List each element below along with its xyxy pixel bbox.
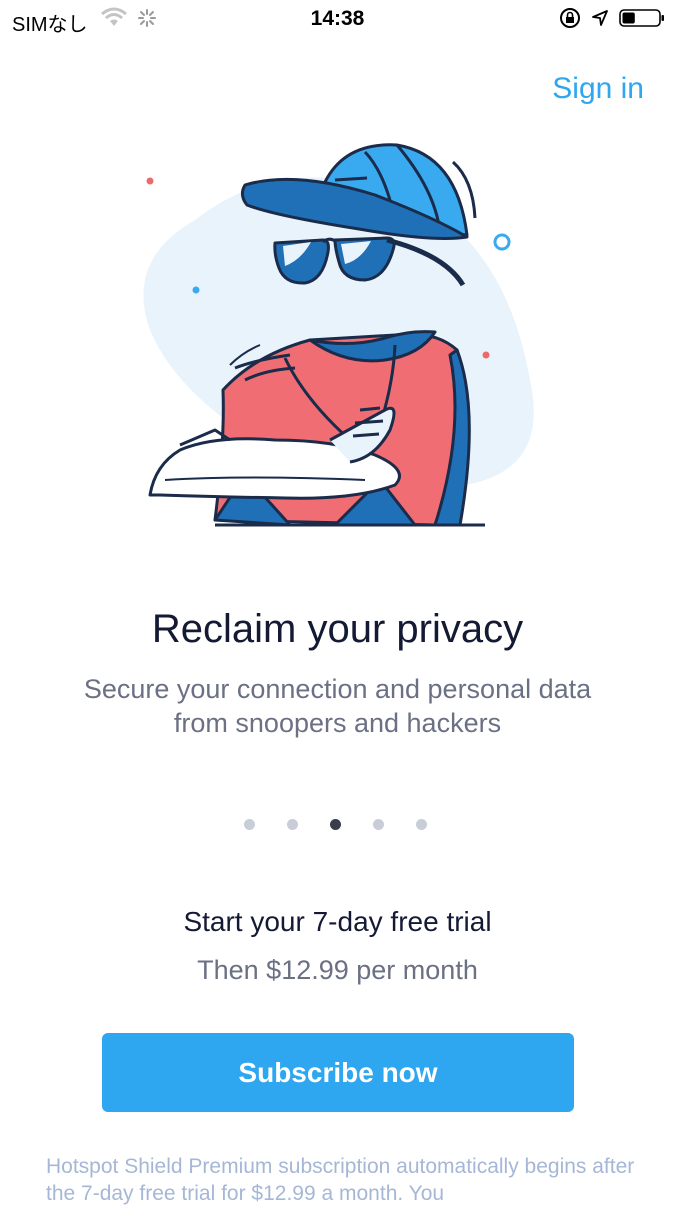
- orientation-lock-icon: [560, 8, 580, 28]
- legal-text: Hotspot Shield Premium subscription auto…: [46, 1155, 635, 1205]
- subscribe-button[interactable]: Subscribe now: [102, 1033, 574, 1112]
- confetti-ring: [493, 233, 511, 251]
- location-arrow-icon: [592, 10, 608, 26]
- confetti-dot: [192, 286, 200, 294]
- page-dot[interactable]: [287, 819, 298, 830]
- page-dot[interactable]: [373, 819, 384, 830]
- battery-icon: [619, 9, 664, 27]
- sign-in-link[interactable]: Sign in: [552, 72, 644, 106]
- hero-illustration: [143, 143, 534, 527]
- page-dot[interactable]: [416, 819, 427, 830]
- page-indicator: [244, 819, 427, 830]
- page-dot[interactable]: [244, 819, 255, 830]
- onboarding-title: Reclaim your privacy: [151, 607, 524, 651]
- price-text: Then $12.99 per month: [197, 955, 478, 985]
- confetti-dot: [482, 351, 490, 359]
- confetti-dot: [146, 177, 154, 185]
- status-bar: SIMなし 14:38: [0, 0, 675, 38]
- trial-heading: Start your 7-day free trial: [183, 906, 492, 937]
- onboarding-subtitle: Secure your connection and personal data…: [83, 674, 592, 738]
- page-dot[interactable]: [330, 819, 341, 830]
